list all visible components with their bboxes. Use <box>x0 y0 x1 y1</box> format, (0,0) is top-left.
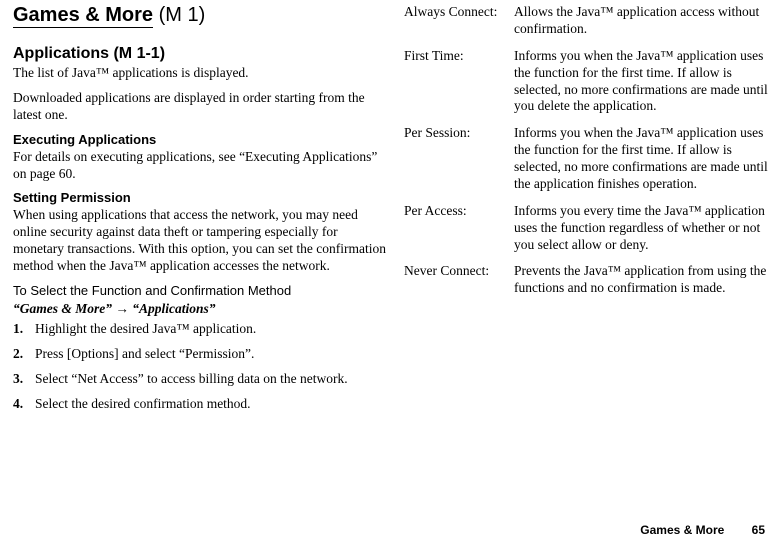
table-row: Never Connect: Prevents the Java™ applic… <box>404 263 771 307</box>
chapter-tag: (M 1) <box>159 4 206 26</box>
mode-term: Never Connect: <box>404 263 514 307</box>
mode-desc: Informs you when the Java™ application u… <box>514 125 771 203</box>
permission-heading: Setting Permission <box>13 190 387 205</box>
nav-path-b: “Applications” <box>132 301 215 316</box>
section-intro-2: Downloaded applications are displayed in… <box>13 90 387 124</box>
steps-list: Highlight the desired Java™ application.… <box>13 321 387 413</box>
table-row: Always Connect: Allows the Java™ applica… <box>404 4 771 48</box>
mode-desc: Prevents the Java™ application from usin… <box>514 263 771 307</box>
mode-desc: Informs you every time the Java™ applica… <box>514 203 771 264</box>
step-item: Highlight the desired Java™ application. <box>35 321 387 338</box>
mode-term: First Time: <box>404 48 514 126</box>
permission-body: When using applications that access the … <box>13 207 387 275</box>
page-footer: Games & More 65 <box>640 523 765 537</box>
select-function-heading: To Select the Function and Confirmation … <box>13 283 387 298</box>
executing-heading: Executing Applications <box>13 132 387 147</box>
right-column: Always Connect: Allows the Java™ applica… <box>400 0 783 424</box>
step-item: Select the desired confirmation method. <box>35 396 387 413</box>
chapter-title-text: Games & More <box>13 4 153 28</box>
executing-body: For details on executing applications, s… <box>13 149 387 183</box>
arrow-icon: → <box>115 301 132 316</box>
step-item: Press [Options] and select “Permission”. <box>35 346 387 363</box>
mode-term: Per Access: <box>404 203 514 264</box>
table-row: First Time: Informs you when the Java™ a… <box>404 48 771 126</box>
page-container: Games & More (M 1) Applications (M 1-1) … <box>0 0 783 424</box>
mode-desc: Informs you when the Java™ application u… <box>514 48 771 126</box>
chapter-title: Games & More (M 1) <box>13 4 387 27</box>
mode-desc: Allows the Java™ application access with… <box>514 4 771 48</box>
mode-term: Always Connect: <box>404 4 514 48</box>
section-title: Applications (M 1-1) <box>13 45 387 63</box>
footer-label: Games & More <box>640 523 724 537</box>
left-column: Games & More (M 1) Applications (M 1-1) … <box>0 0 400 424</box>
table-row: Per Access: Informs you every time the J… <box>404 203 771 264</box>
page-number: 65 <box>752 523 765 537</box>
confirmation-modes-table: Always Connect: Allows the Java™ applica… <box>404 4 771 307</box>
nav-path: “Games & More” → “Applications” <box>13 301 387 317</box>
section-intro-1: The list of Java™ applications is displa… <box>13 65 387 82</box>
nav-path-a: “Games & More” <box>13 301 112 316</box>
step-item: Select “Net Access” to access billing da… <box>35 371 387 388</box>
mode-term: Per Session: <box>404 125 514 203</box>
table-row: Per Session: Informs you when the Java™ … <box>404 125 771 203</box>
section-title-text: Applications <box>13 45 109 62</box>
section-tag: (M 1-1) <box>113 45 165 62</box>
